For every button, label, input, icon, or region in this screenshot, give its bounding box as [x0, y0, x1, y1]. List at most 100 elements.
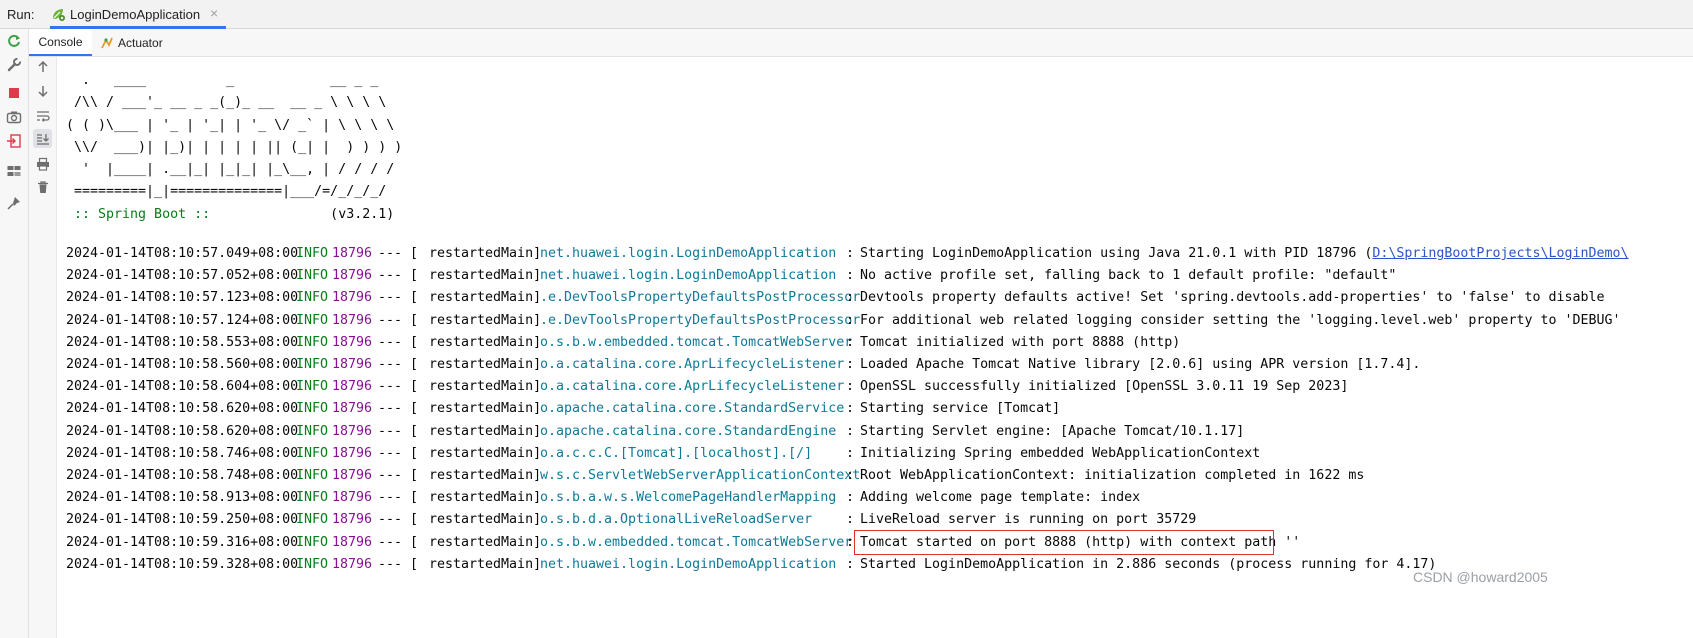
tab-console[interactable]: Console: [29, 29, 92, 56]
wrench-icon[interactable]: [5, 56, 23, 74]
clear-trash-icon[interactable]: [33, 177, 52, 196]
log-level: INFO: [296, 357, 329, 372]
log-thread: restartedMain]: [429, 334, 542, 350]
log-level: INFO: [296, 246, 329, 261]
log-message: Loaded Apache Tomcat Native library [2.0…: [860, 357, 1421, 372]
log-level: INFO: [296, 312, 329, 328]
close-icon[interactable]: ×: [210, 5, 218, 21]
log-separator: --- [: [378, 423, 419, 439]
log-thread: restartedMain]: [429, 512, 542, 528]
log-level: INFO: [296, 468, 329, 483]
soft-wrap-icon[interactable]: [33, 106, 52, 125]
spring-boot-icon: [50, 6, 66, 22]
log-timestamp: 2024-01-14T08:10:58.748+08:00: [66, 468, 299, 483]
tab-actuator[interactable]: Actuator: [100, 29, 172, 56]
log-message: Tomcat initialized with port 8888 (http): [860, 334, 1181, 350]
log-message: For additional web related logging consi…: [860, 312, 1621, 328]
exit-icon[interactable]: [5, 132, 23, 150]
log-colon: :: [846, 512, 855, 528]
stop-icon[interactable]: [5, 84, 23, 102]
log-logger: o.s.b.d.a.OptionalLiveReloadServer: [540, 512, 813, 528]
banner-line: . ____ _ __ _ _: [66, 73, 379, 88]
log-logger: net.huawei.login.LoginDemoApplication: [540, 268, 837, 284]
spring-boot-label: :: Spring Boot ::: [66, 206, 219, 222]
log-colon: :: [846, 556, 855, 572]
log-separator: --- [: [378, 357, 419, 372]
down-arrow-icon[interactable]: [33, 81, 52, 100]
log-colon: :: [846, 334, 855, 350]
log-pid: 18796: [332, 490, 373, 506]
log-thread: restartedMain]: [429, 312, 542, 328]
log-timestamp: 2024-01-14T08:10:57.123+08:00: [66, 290, 299, 306]
log-logger: o.a.catalina.core.AprLifecycleListener: [540, 379, 845, 395]
print-icon[interactable]: [33, 154, 52, 173]
scroll-to-end-icon[interactable]: [33, 129, 52, 148]
log-pid: 18796: [332, 512, 373, 528]
log-message: Starting service [Tomcat]: [860, 401, 1061, 417]
log-level: INFO: [296, 423, 329, 439]
watermark: CSDN @howard2005: [1413, 569, 1548, 585]
log-timestamp: 2024-01-14T08:10:58.620+08:00: [66, 423, 299, 439]
log-thread: restartedMain]: [429, 290, 542, 306]
log-timestamp: 2024-01-14T08:10:57.052+08:00: [66, 268, 299, 284]
log-pid: 18796: [332, 357, 373, 372]
log-pid: 18796: [332, 401, 373, 417]
log-level: INFO: [296, 334, 329, 350]
log-timestamp: 2024-01-14T08:10:59.316+08:00: [66, 534, 299, 550]
up-arrow-icon[interactable]: [33, 57, 52, 76]
log-colon: :: [846, 246, 855, 261]
log-pid: 18796: [332, 468, 373, 483]
camera-icon[interactable]: [5, 108, 23, 126]
run-tab-login-demo-application[interactable]: LoginDemoApplication ×: [50, 0, 226, 29]
log-colon: :: [846, 268, 855, 284]
log-level: INFO: [296, 379, 329, 395]
log-thread: restartedMain]: [429, 379, 542, 395]
log-thread: restartedMain]: [429, 534, 542, 550]
log-message: Started LoginDemoApplication in 2.886 se…: [860, 556, 1437, 572]
log-message: Root WebApplicationContext: initializati…: [860, 468, 1365, 483]
log-logger: .e.DevToolsPropertyDefaultsPostProcessor: [540, 312, 861, 328]
console-output[interactable]: . ____ _ __ _ _ /\\ / ___'_ __ _ _(_)_ _…: [57, 57, 1693, 638]
log-level: INFO: [296, 490, 329, 506]
log-message: Adding welcome page template: index: [860, 490, 1141, 506]
log-separator: --- [: [378, 290, 419, 306]
banner-line: ' |____| .__|_| |_|_| |_\__, | / / / /: [66, 162, 395, 178]
log-colon: :: [846, 401, 855, 417]
log-logger: o.a.catalina.core.AprLifecycleListener: [540, 357, 845, 372]
log-logger: net.huawei.login.LoginDemoApplication: [540, 556, 837, 572]
log-path-link[interactable]: D:\SpringBootProjects\LoginDemo\: [1372, 246, 1628, 261]
tab-actuator-label: Actuator: [118, 35, 163, 50]
log-colon: :: [846, 534, 855, 550]
run-bar: Run: LoginDemoApplication ×: [0, 0, 1693, 29]
run-label: Run:: [7, 7, 35, 22]
spring-boot-version: (v3.2.1): [218, 206, 395, 222]
log-separator: --- [: [378, 312, 419, 328]
log-colon: :: [846, 490, 855, 506]
log-level: INFO: [296, 268, 329, 284]
log-separator: --- [: [378, 556, 419, 572]
banner-line: ( ( )\___ | '_ | '_| | '_ \/ _` | \ \ \ …: [66, 117, 395, 133]
log-pid: 18796: [332, 534, 373, 550]
log-timestamp: 2024-01-14T08:10:59.250+08:00: [66, 512, 299, 528]
log-separator: --- [: [378, 401, 419, 417]
pin-icon[interactable]: [5, 194, 23, 212]
log-separator: --- [: [378, 379, 419, 395]
log-thread: restartedMain]: [429, 468, 542, 483]
log-pid: 18796: [332, 246, 373, 261]
layout-icon[interactable]: [5, 162, 23, 180]
log-pid: 18796: [332, 379, 373, 395]
log-separator: --- [: [378, 246, 419, 261]
rerun-icon[interactable]: [5, 32, 23, 50]
log-colon: :: [846, 290, 855, 306]
log-separator: --- [: [378, 268, 419, 284]
log-message: No active profile set, falling back to 1…: [860, 268, 1397, 284]
log-thread: restartedMain]: [429, 445, 542, 461]
log-logger: o.a.c.c.C.[Tomcat].[localhost].[/]: [540, 445, 813, 461]
console-toolbar: [29, 57, 57, 638]
log-colon: :: [846, 379, 855, 395]
log-separator: --- [: [378, 490, 419, 506]
log-timestamp: 2024-01-14T08:10:59.328+08:00: [66, 556, 299, 572]
log-thread: restartedMain]: [429, 423, 542, 439]
log-level: INFO: [296, 512, 329, 528]
log-colon: :: [846, 468, 855, 483]
